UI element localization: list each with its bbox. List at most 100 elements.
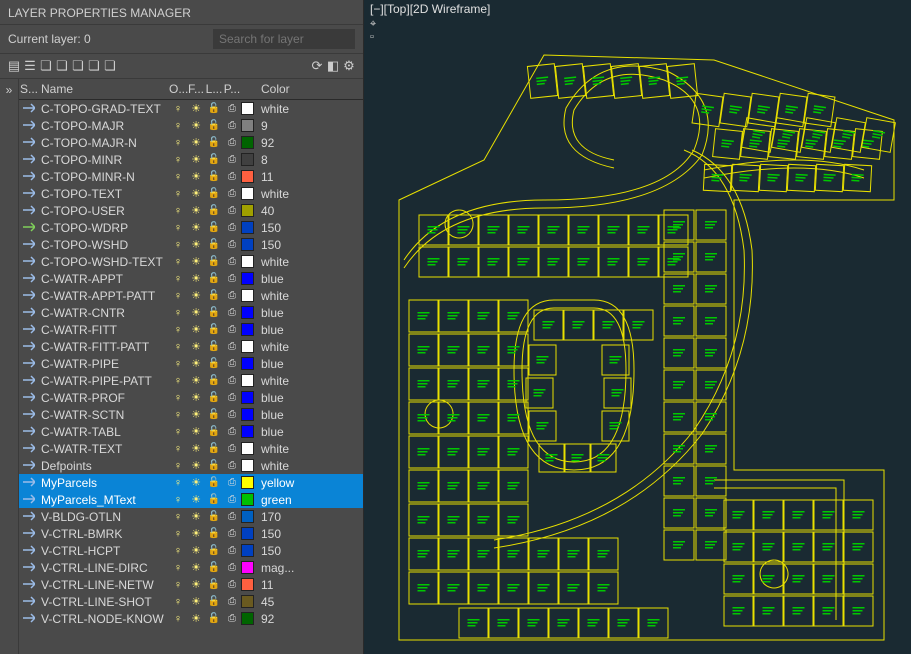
bulb-icon[interactable]: ♀ <box>169 324 187 336</box>
new-layer-icon[interactable]: ▤ <box>6 58 22 74</box>
lock-icon[interactable]: 🔓 <box>205 562 223 573</box>
layer-name[interactable]: C-WATR-FITT-PATT <box>39 340 169 354</box>
sun-icon[interactable]: ☀ <box>187 493 205 506</box>
layer-row[interactable]: C-TOPO-MAJR-N♀☀🔓⎙92 <box>19 134 363 151</box>
color-label[interactable]: white <box>257 289 363 303</box>
color-swatch[interactable] <box>241 476 254 489</box>
sun-icon[interactable]: ☀ <box>187 544 205 557</box>
color-label[interactable]: 9 <box>257 119 363 133</box>
color-label[interactable]: white <box>257 340 363 354</box>
plot-icon[interactable]: ⎙ <box>223 392 241 403</box>
layer-row[interactable]: C-WATR-TABL♀☀🔓⎙blue <box>19 423 363 440</box>
layer-name[interactable]: MyParcels <box>39 476 169 490</box>
col-header-name[interactable]: Name <box>39 82 169 96</box>
layer-row[interactable]: MyParcels♀☀🔓⎙yellow <box>19 474 363 491</box>
plot-icon[interactable]: ⎙ <box>223 120 241 131</box>
lock-icon[interactable]: 🔓 <box>205 596 223 607</box>
layer-name[interactable]: C-TOPO-GRAD-TEXT <box>39 102 169 116</box>
layer-states-5-icon[interactable]: ❏ <box>102 58 118 74</box>
layer-row[interactable]: C-WATR-APPT-PATT♀☀🔓⎙white <box>19 287 363 304</box>
new-state-icon[interactable]: ☰ <box>22 58 38 74</box>
layer-states-4-icon[interactable]: ❏ <box>86 58 102 74</box>
layer-row[interactable]: C-WATR-PIPE♀☀🔓⎙blue <box>19 355 363 372</box>
sun-icon[interactable]: ☀ <box>187 612 205 625</box>
layer-row[interactable]: C-TOPO-WSHD♀☀🔓⎙150 <box>19 236 363 253</box>
bulb-icon[interactable]: ♀ <box>169 290 187 302</box>
color-swatch[interactable] <box>241 119 254 132</box>
col-header-freeze[interactable]: F... <box>187 82 205 96</box>
sun-icon[interactable]: ☀ <box>187 476 205 489</box>
lock-icon[interactable]: 🔓 <box>205 120 223 131</box>
sun-icon[interactable]: ☀ <box>187 442 205 455</box>
lock-icon[interactable]: 🔓 <box>205 545 223 556</box>
color-label[interactable]: white <box>257 255 363 269</box>
bulb-icon[interactable]: ♀ <box>169 307 187 319</box>
bulb-icon[interactable]: ♀ <box>169 613 187 625</box>
plot-icon[interactable]: ⎙ <box>223 358 241 369</box>
sun-icon[interactable]: ☀ <box>187 425 205 438</box>
plot-icon[interactable]: ⎙ <box>223 341 241 352</box>
sun-icon[interactable]: ☀ <box>187 578 205 591</box>
layer-row[interactable]: V-CTRL-LINE-DIRC♀☀🔓⎙mag... <box>19 559 363 576</box>
lock-icon[interactable]: 🔓 <box>205 273 223 284</box>
color-label[interactable]: blue <box>257 357 363 371</box>
layer-name[interactable]: V-CTRL-HCPT <box>39 544 169 558</box>
color-swatch[interactable] <box>241 527 254 540</box>
col-header-color[interactable]: Color <box>257 82 363 96</box>
lock-icon[interactable]: 🔓 <box>205 511 223 522</box>
bulb-icon[interactable]: ♀ <box>169 222 187 234</box>
lock-icon[interactable]: 🔓 <box>205 341 223 352</box>
bulb-icon[interactable]: ♀ <box>169 409 187 421</box>
plot-icon[interactable]: ⎙ <box>223 171 241 182</box>
plot-icon[interactable]: ⎙ <box>223 290 241 301</box>
plot-icon[interactable]: ⎙ <box>223 443 241 454</box>
sun-icon[interactable]: ☀ <box>187 459 205 472</box>
color-label[interactable]: 92 <box>257 136 363 150</box>
collapse-filter-tree-button[interactable]: » <box>0 79 19 654</box>
layer-name[interactable]: C-WATR-APPT-PATT <box>39 289 169 303</box>
color-swatch[interactable] <box>241 102 254 115</box>
bulb-icon[interactable]: ♀ <box>169 137 187 149</box>
bulb-icon[interactable]: ♀ <box>169 375 187 387</box>
layer-name[interactable]: V-BLDG-OTLN <box>39 510 169 524</box>
bulb-icon[interactable]: ♀ <box>169 358 187 370</box>
color-label[interactable]: 11 <box>257 170 363 184</box>
sun-icon[interactable]: ☀ <box>187 527 205 540</box>
color-swatch[interactable] <box>241 221 254 234</box>
color-label[interactable]: 170 <box>257 510 363 524</box>
color-swatch[interactable] <box>241 357 254 370</box>
layer-states-1-icon[interactable]: ❏ <box>38 58 54 74</box>
color-label[interactable]: blue <box>257 408 363 422</box>
layer-row[interactable]: V-BLDG-OTLN♀☀🔓⎙170 <box>19 508 363 525</box>
layer-row[interactable]: C-TOPO-WSHD-TEXT♀☀🔓⎙white <box>19 253 363 270</box>
layer-name[interactable]: V-CTRL-LINE-DIRC <box>39 561 169 575</box>
color-label[interactable]: 150 <box>257 527 363 541</box>
plot-icon[interactable]: ⎙ <box>223 562 241 573</box>
layer-states-3-icon[interactable]: ❏ <box>70 58 86 74</box>
color-swatch[interactable] <box>241 578 254 591</box>
plot-icon[interactable]: ⎙ <box>223 477 241 488</box>
layer-row[interactable]: C-TOPO-WDRP♀☀🔓⎙150 <box>19 219 363 236</box>
color-label[interactable]: mag... <box>257 561 363 575</box>
lock-icon[interactable]: 🔓 <box>205 103 223 114</box>
color-label[interactable]: 150 <box>257 544 363 558</box>
plot-icon[interactable]: ⎙ <box>223 256 241 267</box>
layer-row[interactable]: V-CTRL-BMRK♀☀🔓⎙150 <box>19 525 363 542</box>
color-label[interactable]: white <box>257 442 363 456</box>
bulb-icon[interactable]: ♀ <box>169 511 187 523</box>
layer-name[interactable]: V-CTRL-NODE-KNOW <box>39 612 169 626</box>
refresh-icon[interactable]: ⟳ <box>309 58 325 74</box>
lock-icon[interactable]: 🔓 <box>205 579 223 590</box>
plot-icon[interactable]: ⎙ <box>223 154 241 165</box>
layer-states-2-icon[interactable]: ❏ <box>54 58 70 74</box>
layer-name[interactable]: C-WATR-PROF <box>39 391 169 405</box>
layer-name[interactable]: C-TOPO-WSHD-TEXT <box>39 255 169 269</box>
bulb-icon[interactable]: ♀ <box>169 443 187 455</box>
bulb-icon[interactable]: ♀ <box>169 545 187 557</box>
sun-icon[interactable]: ☀ <box>187 153 205 166</box>
bulb-icon[interactable]: ♀ <box>169 392 187 404</box>
layer-name[interactable]: MyParcels_MText <box>39 493 169 507</box>
color-swatch[interactable] <box>241 459 254 472</box>
plot-icon[interactable]: ⎙ <box>223 137 241 148</box>
lock-icon[interactable]: 🔓 <box>205 256 223 267</box>
